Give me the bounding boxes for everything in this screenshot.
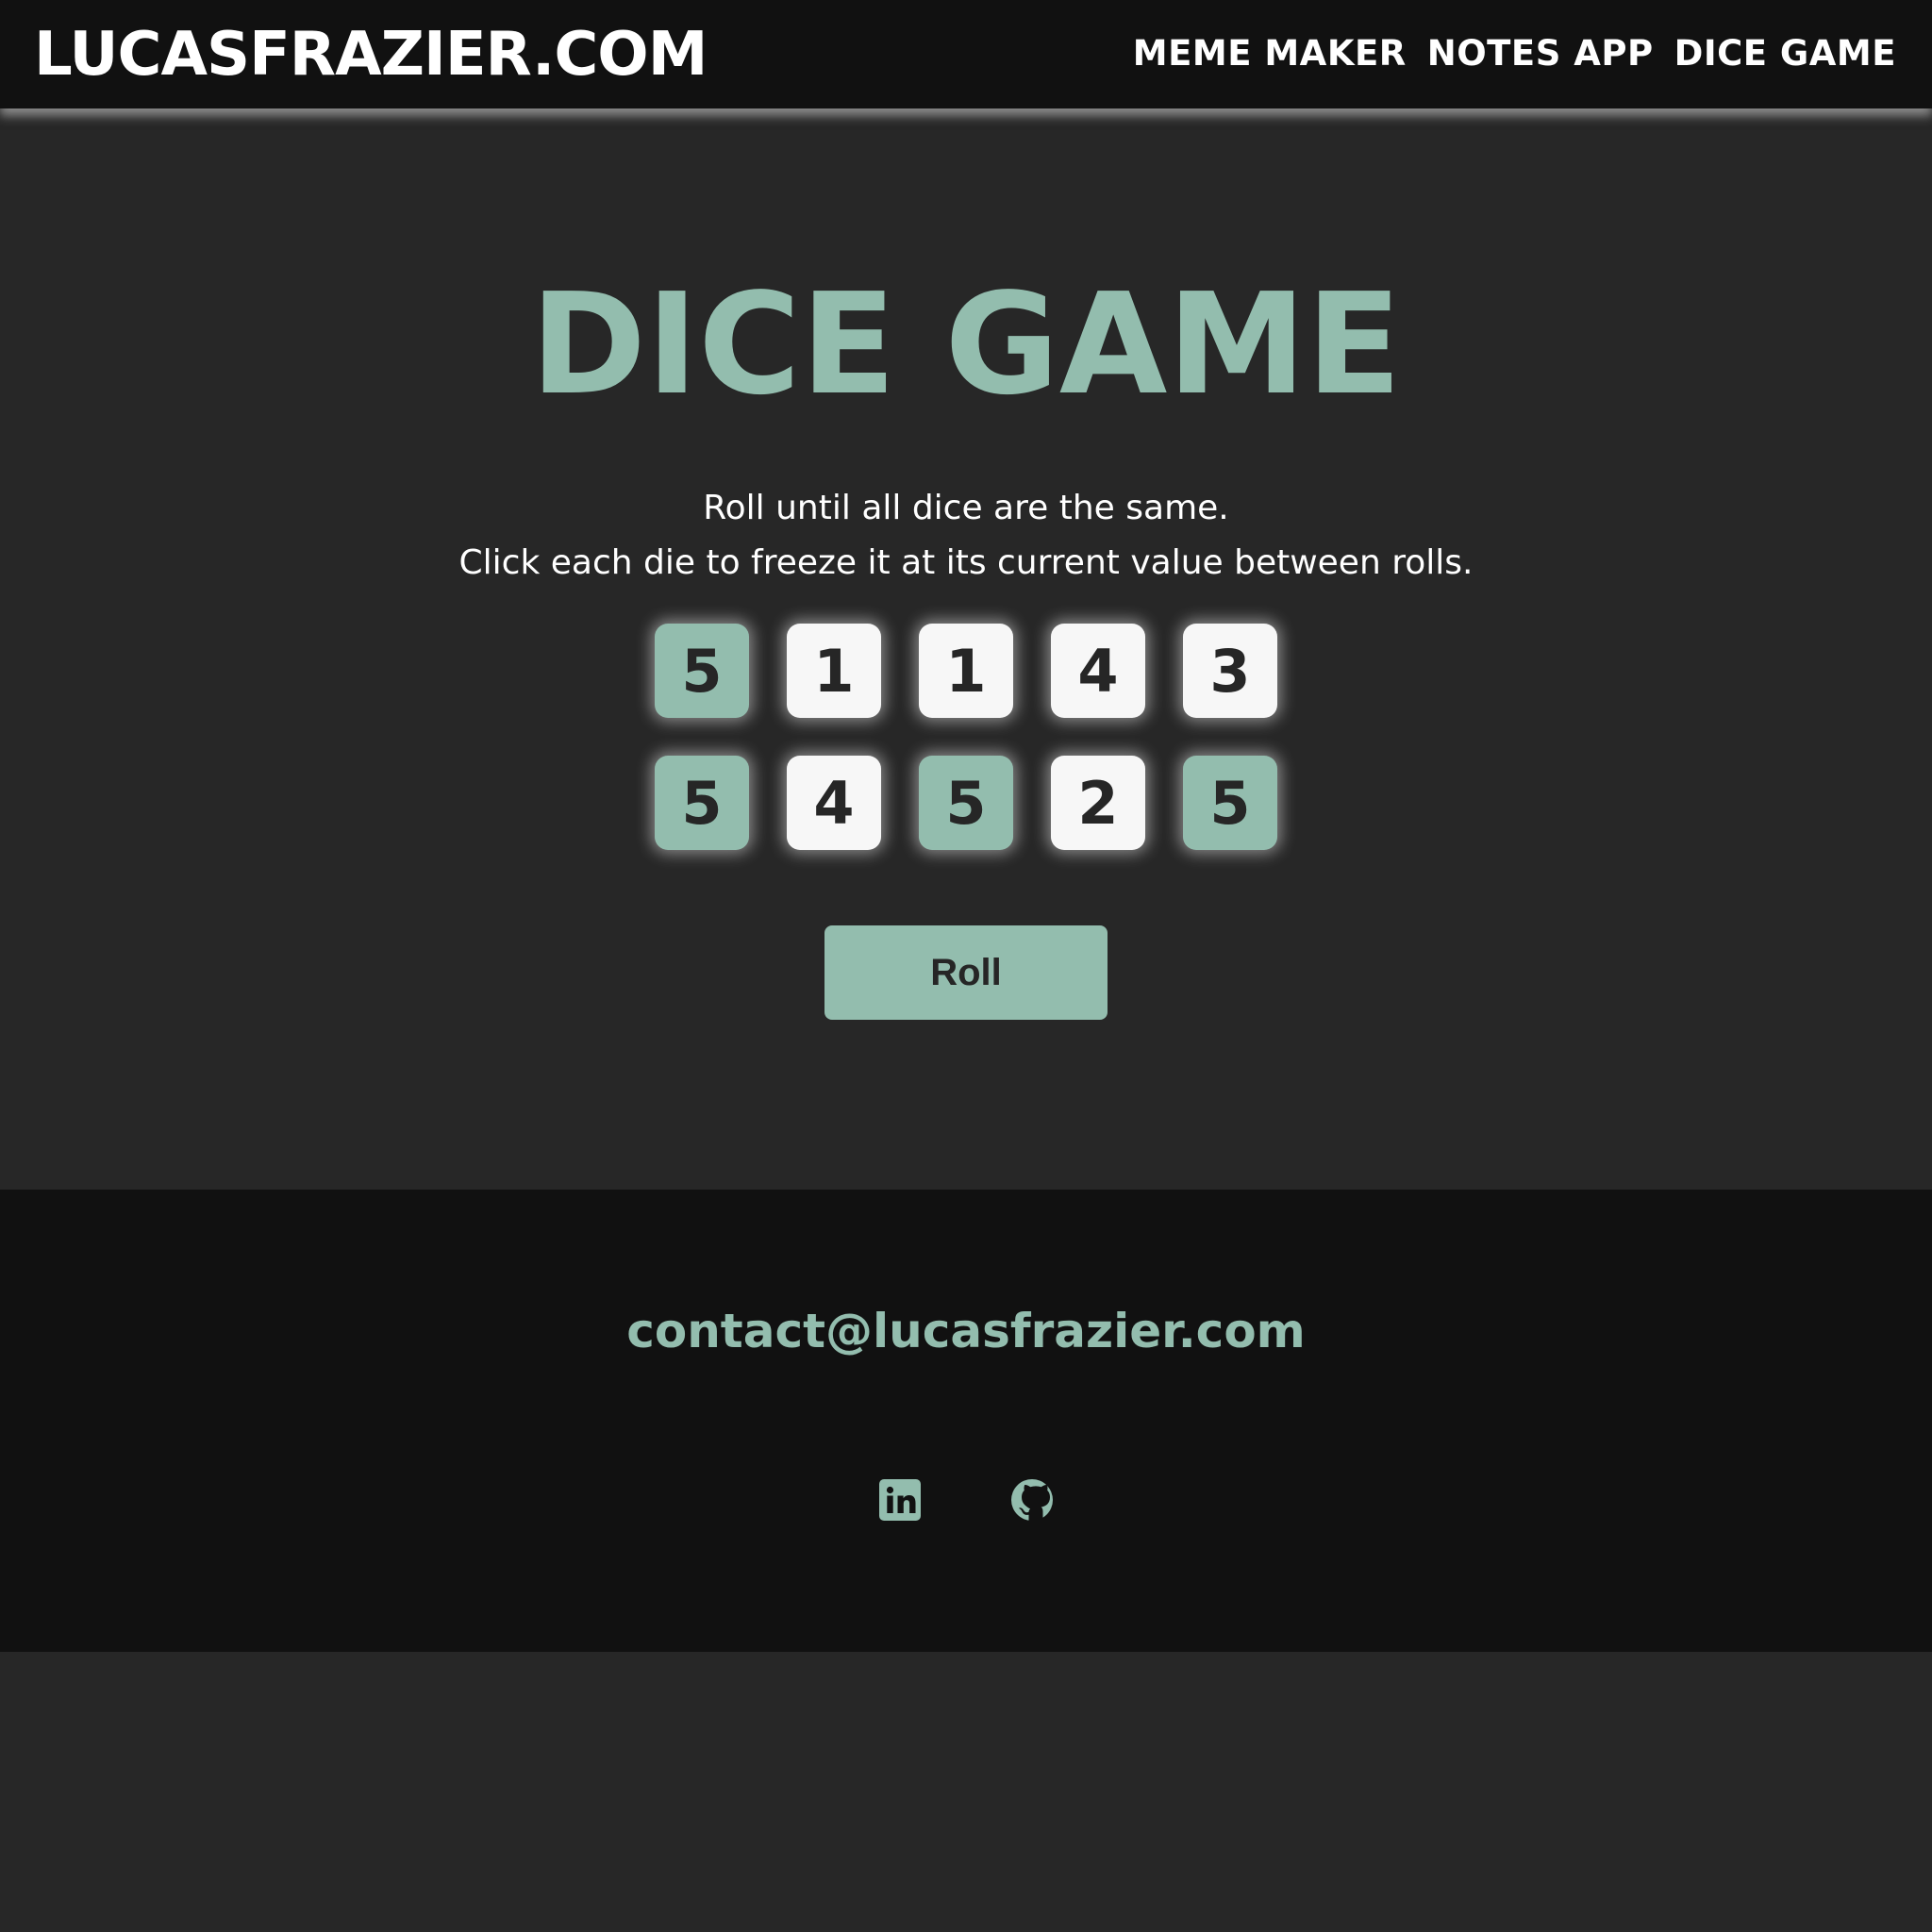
die[interactable]: 3: [1183, 624, 1277, 718]
die[interactable]: 2: [1051, 756, 1145, 850]
die[interactable]: 4: [1051, 624, 1145, 718]
die[interactable]: 5: [655, 756, 749, 850]
game-instructions: Roll until all dice are the same. Click …: [0, 481, 1932, 591]
linkedin-link[interactable]: [877, 1477, 923, 1523]
roll-button[interactable]: Roll: [824, 925, 1108, 1020]
instruction-line: Click each die to freeze it at its curre…: [458, 543, 1474, 582]
top-navbar: LUCASFRAZIER.COM MEME MAKER NOTES APP DI…: [0, 0, 1932, 108]
main-nav: MEME MAKER NOTES APP DICE GAME: [1133, 28, 1896, 79]
github-icon: [1011, 1479, 1053, 1521]
social-links: [0, 1477, 1932, 1523]
github-link[interactable]: [1009, 1477, 1055, 1523]
die[interactable]: 5: [655, 624, 749, 718]
linkedin-icon: [879, 1479, 921, 1521]
nav-link-dice-game[interactable]: DICE GAME: [1674, 28, 1896, 79]
die[interactable]: 5: [1183, 756, 1277, 850]
die[interactable]: 4: [787, 756, 881, 850]
site-brand-link[interactable]: LUCASFRAZIER.COM: [34, 17, 708, 92]
contact-email-link[interactable]: contact@lucasfrazier.com: [0, 1303, 1932, 1359]
dice-grid: 5 1 1 4 3 5 4 5 2 5: [655, 624, 1277, 850]
instruction-line: Roll until all dice are the same.: [703, 489, 1229, 527]
page-title: DICE GAME: [530, 263, 1402, 425]
site-footer: contact@lucasfrazier.com: [0, 1190, 1932, 1652]
die[interactable]: 1: [919, 624, 1013, 718]
nav-link-notes-app[interactable]: NOTES APP: [1427, 28, 1654, 79]
die[interactable]: 1: [787, 624, 881, 718]
die[interactable]: 5: [919, 756, 1013, 850]
nav-link-meme-maker[interactable]: MEME MAKER: [1133, 28, 1407, 79]
